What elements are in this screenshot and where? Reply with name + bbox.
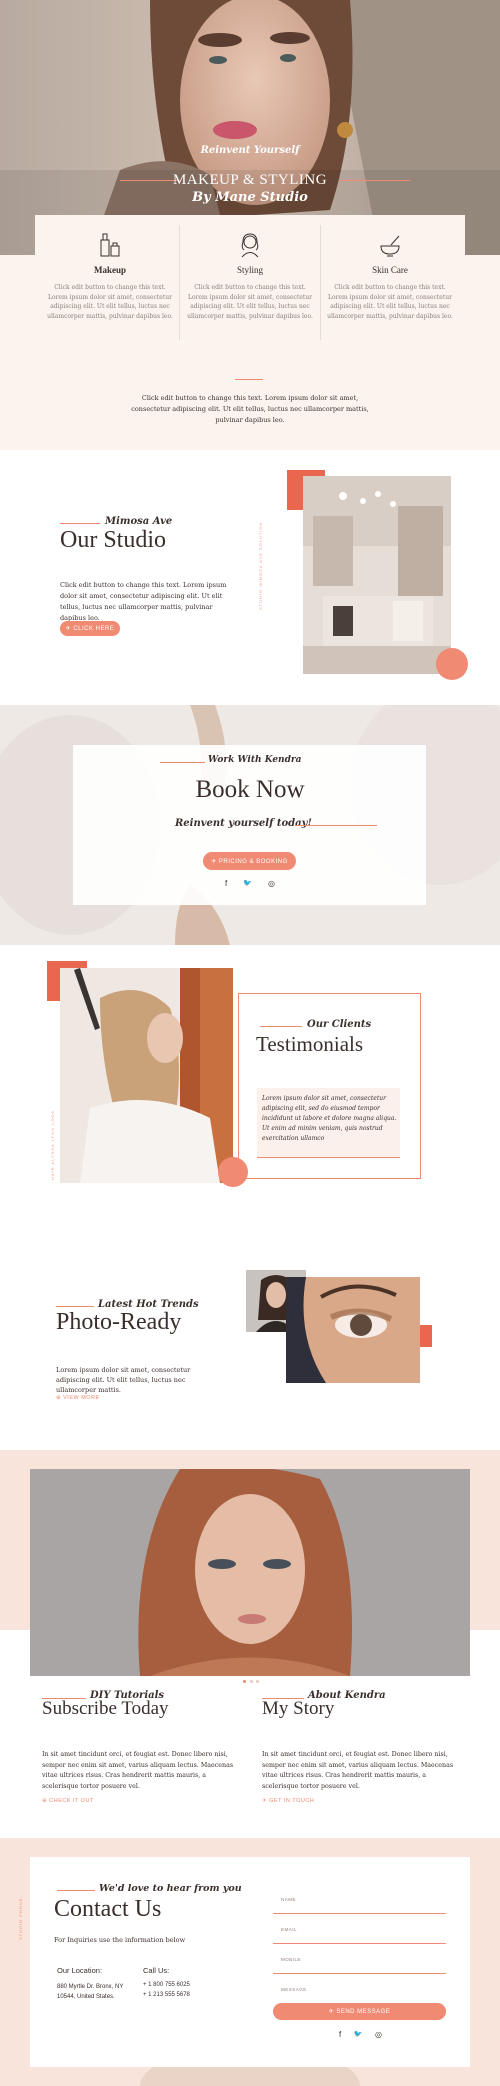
service-text: Click edit button to change this text. L…: [187, 284, 313, 320]
contact-kicker: We'd love to hear from you: [99, 1883, 242, 1894]
service-makeup: Makeup Click edit button to change this …: [40, 232, 180, 321]
email-field[interactable]: EMAIL: [273, 1920, 446, 1944]
twitter-icon[interactable]: 🐦: [243, 879, 252, 888]
name-field[interactable]: NAME: [273, 1890, 446, 1914]
story-title: My Story: [262, 1698, 335, 1719]
facebook-icon[interactable]: f: [339, 2030, 341, 2039]
location-label: Our Location:: [57, 1966, 103, 1975]
phone-1[interactable]: + 1 800 755 6025: [143, 1982, 190, 1988]
makeup-bottles-icon: [40, 232, 180, 262]
mortar-bowl-icon: [320, 232, 460, 262]
email-placeholder: EMAIL: [281, 1927, 298, 1932]
pricing-booking-button[interactable]: ✈ PRICING & BOOKING: [203, 852, 296, 870]
location-address: 880 Myrtle Dr. Bronx, NY 10544, United S…: [57, 1984, 124, 2000]
intro-divider: [235, 379, 263, 380]
slider-dot[interactable]: [256, 1680, 259, 1683]
book-tagline: Reinvent yourself today!: [175, 818, 312, 829]
testimonials-kicker-line: [260, 1026, 302, 1027]
instagram-icon[interactable]: ◎: [268, 879, 275, 888]
studio-kicker: Mimosa Ave: [105, 516, 173, 527]
trends-text: Lorem ipsum dolor sit amet, consectetur …: [56, 1366, 191, 1394]
contact-side-caption: STUDIO PHONE: [18, 1897, 23, 1940]
name-placeholder: NAME: [281, 1897, 297, 1902]
book-title: Book Now: [195, 776, 305, 803]
trends-kicker-line: [56, 1306, 94, 1307]
slider-photo[interactable]: [30, 1469, 470, 1676]
mobile-placeholder: MOBILE: [281, 1957, 302, 1962]
slider-dots: [243, 1680, 259, 1683]
studio-kicker-line: [60, 523, 100, 524]
service-title: Styling: [236, 265, 263, 275]
studio-click-button[interactable]: ✈ CLICK HERE: [60, 621, 120, 636]
testimonials-photo: [60, 968, 233, 1183]
story-text: In sit amet tincidunt orci, et feugiat e…: [262, 1751, 454, 1790]
service-text: Click edit button to change this text. L…: [47, 284, 173, 320]
service-title: Makeup: [93, 265, 126, 275]
phone-2[interactable]: + 1 213 555 5678: [143, 1992, 190, 1998]
intro-text: Click edit button to change this text. L…: [131, 394, 369, 424]
studio-title: Our Studio: [60, 527, 167, 553]
story-link[interactable]: ✈ GET IN TOUCH: [262, 1798, 314, 1804]
trends-title: Photo-Ready: [56, 1309, 182, 1335]
studio-photo: [303, 476, 451, 674]
service-title: Skin Care: [372, 265, 408, 275]
studio-text: Click edit button to change this text. L…: [60, 581, 227, 622]
hero-kicker: Reinvent Yourself: [200, 145, 300, 156]
instagram-icon[interactable]: ◎: [375, 2030, 382, 2039]
hero-title: MAKEUP & STYLING: [172, 172, 328, 188]
slider-dot[interactable]: [249, 1680, 253, 1683]
testimonial-quote: Lorem ipsum dolor sit amet, consectetur …: [262, 1095, 397, 1142]
contact-social: f 🐦 ◎: [339, 2030, 382, 2039]
contact-title: Contact Us: [54, 1896, 162, 1922]
testimonials-kicker: Our Clients: [307, 1019, 372, 1030]
slider-dot[interactable]: [243, 1680, 246, 1683]
trends-accent-square: [420, 1325, 432, 1347]
trends-photo-large: [286, 1277, 420, 1383]
call-label: Call Us:: [143, 1966, 170, 1975]
subscribe-title: Subscribe Today: [42, 1698, 169, 1719]
testimonials-vertical-caption: HAIR ALYSSA LYNN LOOK: [50, 1109, 55, 1180]
service-skin-care: Skin Care Click edit button to change th…: [320, 232, 460, 321]
message-placeholder: MESSAGE: [281, 1987, 307, 1992]
twitter-icon[interactable]: 🐦: [354, 2030, 363, 2039]
hero-subtitle: By Mane Studio: [192, 190, 308, 205]
contact-form: NAME EMAIL MOBILE MESSAGE: [273, 1890, 446, 2010]
facebook-icon[interactable]: f: [225, 879, 227, 888]
subscribe-text: In sit amet tincidunt orci, et feugiat e…: [42, 1751, 234, 1790]
service-styling: Styling Click edit button to change this…: [180, 232, 320, 321]
book-kicker-line: [160, 762, 205, 763]
testimonials-title: Testimonials: [256, 1032, 364, 1056]
book-tagline-line: [295, 825, 377, 826]
send-message-button[interactable]: ✈ SEND MESSAGE: [273, 2003, 446, 2020]
hero-line-right: [340, 180, 410, 181]
mobile-field[interactable]: MOBILE: [273, 1950, 446, 1974]
trends-view-more-link[interactable]: ⊕ VIEW MORE: [56, 1395, 100, 1401]
studio-accent-circle: [436, 648, 468, 680]
book-kicker: Work With Kendra: [208, 755, 302, 765]
contact-subtitle: For Inquiries use the information below: [54, 1936, 186, 1944]
book-social: f 🐦 ◎: [225, 879, 275, 888]
service-text: Click edit button to change this text. L…: [327, 284, 453, 320]
woman-hair-icon: [180, 232, 320, 262]
studio-vertical-caption: STUDIO MIMOSA AVE SOLUTION: [258, 521, 263, 610]
subscribe-link[interactable]: ⊕ CHECK IT OUT: [42, 1798, 94, 1804]
contact-kicker-line: [57, 1890, 95, 1891]
